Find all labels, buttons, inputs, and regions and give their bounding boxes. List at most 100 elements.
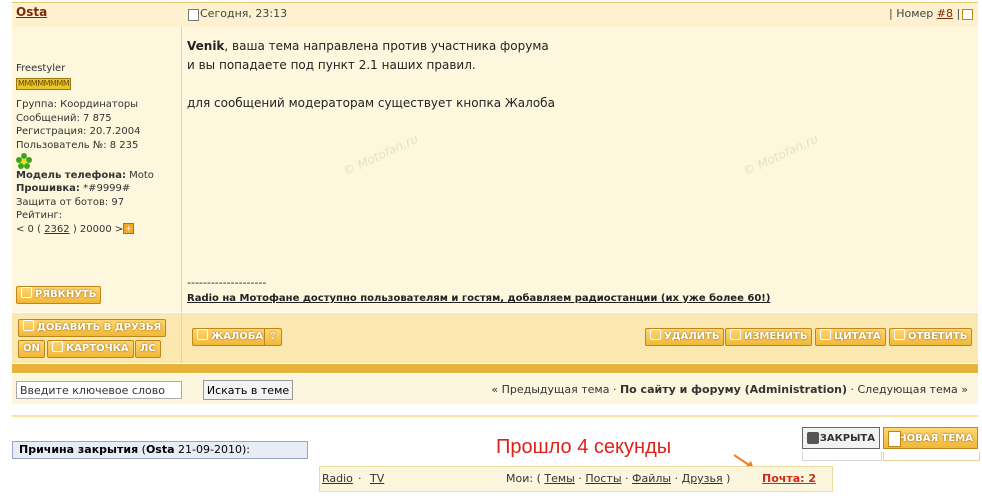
spacer <box>12 404 978 406</box>
scroll-top-button[interactable]: ⇧ <box>264 328 282 346</box>
user-rating: < 0 ( 2362 ) 20000 > + <box>16 223 154 237</box>
elapsed-time-notice: Прошло 4 секунды <box>496 436 672 458</box>
edit-icon <box>730 329 741 340</box>
firmware-label: Прошивка: <box>16 183 80 195</box>
exclamation-icon <box>197 329 208 340</box>
edit-button[interactable]: ИЗМЕНИТЬ <box>725 328 813 346</box>
complaint-button[interactable]: ЖАЛОБА <box>192 328 269 346</box>
firmware-value: *#9999# <box>83 183 131 195</box>
reply-button[interactable]: ОТВЕТИТЬ <box>889 328 973 346</box>
radio-link[interactable]: Radio <box>322 472 353 485</box>
post-number-sep: | <box>956 7 961 20</box>
my-links: Мои: ( Темы · Посты · Файлы · Друзья ) <box>506 472 730 485</box>
button-shadow <box>802 452 882 461</box>
rating-label: Рейтинг: <box>16 210 63 222</box>
arrow-up-icon: ⇧ <box>268 331 278 342</box>
quote-button[interactable]: ЦИТАТА <box>815 328 886 346</box>
signature-link[interactable]: Radio на Мотофане доступно пользователям… <box>187 293 770 304</box>
message-line-2: и вы попадаете под пункт 2.1 наших прави… <box>187 58 476 72</box>
reply-icon <box>894 329 905 340</box>
burp-label: РЯВКНУТЬ <box>35 289 97 300</box>
separator-bar <box>12 364 978 373</box>
my-friends-link[interactable]: Друзья <box>682 472 723 485</box>
paren: ( <box>536 472 541 485</box>
signature-divider: -------------------- <box>187 276 267 289</box>
phone-label: Модель телефона: <box>16 169 126 181</box>
topic-closed-label: ЗАКРЫТА <box>819 433 875 444</box>
add-friend-button[interactable]: ДОБАВИТЬ В ДРУЗЬЯ <box>18 319 167 337</box>
add-friend-label: ДОБАВИТЬ В ДРУЗЬЯ <box>37 322 162 333</box>
message-line-3: для сообщений модераторам существует кно… <box>187 96 555 110</box>
lock-icon <box>807 432 819 444</box>
delete-label: УДАЛИТЬ <box>664 331 720 342</box>
actions-divider <box>181 313 182 363</box>
profile-card-button[interactable]: КАРТОЧКА <box>47 340 134 358</box>
search-input[interactable]: Введите ключевое слово <box>16 381 182 399</box>
user-group: Группа: Координаторы <box>16 99 139 111</box>
online-label: ON <box>23 343 40 354</box>
user-icon <box>23 320 34 331</box>
nav-separator: · <box>612 383 617 396</box>
post-number: | Номер #8 | <box>889 7 960 20</box>
quote-icon <box>820 329 831 340</box>
post-number-label: | Номер <box>889 7 934 20</box>
new-topic-label: НОВАЯ ТЕМА <box>898 433 973 444</box>
private-message-label: ЛС <box>140 343 156 354</box>
user-messages: Сообщений: 7 875 <box>16 112 112 124</box>
post-author-link[interactable]: Osta <box>16 5 47 19</box>
user-firmware: Прошивка: *#9999# <box>16 182 154 196</box>
closure-author: Osta <box>145 443 175 456</box>
profile-card-label: КАРТОЧКА <box>66 343 129 354</box>
prev-topic-link[interactable]: « Предыдущая тема <box>491 383 609 396</box>
mail-link[interactable]: Почта: 2 <box>762 472 816 485</box>
complaint-label: ЖАЛОБА <box>211 331 264 342</box>
delete-icon <box>650 329 661 340</box>
topic-navigation: « Предыдущая тема · По сайту и форуму (A… <box>491 383 968 396</box>
current-forum-link[interactable]: По сайту и форуму (Administration) <box>620 383 847 396</box>
post-message: Venik, ваша тема направлена против участ… <box>187 37 555 113</box>
new-topic-button[interactable]: НОВАЯ ТЕМА <box>883 427 978 449</box>
online-button[interactable]: ON <box>18 340 45 358</box>
message-line-1: , ваша тема направлена против участника … <box>224 39 549 53</box>
burp-icon <box>21 287 32 298</box>
delete-button[interactable]: УДАЛИТЬ <box>645 328 725 346</box>
user-icon <box>52 341 63 352</box>
flower-icon <box>16 152 154 169</box>
private-message-button[interactable]: ЛС <box>135 340 161 358</box>
search-in-topic-button[interactable]: Искать в теме <box>203 380 293 400</box>
footer-bar: Radio · TV Мои: ( Темы · Посты · Файлы ·… <box>319 466 833 492</box>
my-topics-link[interactable]: Темы <box>544 472 574 485</box>
footer-separator: · <box>358 472 362 485</box>
nav-separator: · <box>850 383 854 396</box>
select-post-checkbox[interactable] <box>962 9 973 20</box>
next-topic-link[interactable]: Следующая тема » <box>857 383 968 396</box>
rating-right: ) 20000 > <box>72 223 124 235</box>
user-registered: Регистрация: 20.7.2004 <box>16 126 141 138</box>
user-number: Пользователь №: 8 235 <box>16 139 139 151</box>
my-files-link[interactable]: Файлы <box>632 472 671 485</box>
post-page-icon <box>188 9 199 21</box>
phone-value: Moto <box>129 169 154 181</box>
burp-button[interactable]: РЯВКНУТЬ <box>16 286 102 304</box>
footer-separator: · <box>625 472 629 485</box>
button-shadow <box>883 452 980 461</box>
reply-label: ОТВЕТИТЬ <box>908 331 968 342</box>
rating-left: < 0 ( <box>16 223 41 235</box>
closure-date: 21-09-2010): <box>174 443 250 456</box>
plus-icon[interactable]: + <box>123 223 135 235</box>
closure-label: Причина закрытия <box>19 443 139 456</box>
divider-line <box>12 415 978 417</box>
edit-label: ИЗМЕНИТЬ <box>744 331 808 342</box>
post-date: Сегодня, 23:13 <box>200 7 288 20</box>
tv-link[interactable]: TV <box>370 472 384 485</box>
rating-value-link[interactable]: 2362 <box>44 224 69 235</box>
paren: ) <box>726 472 731 485</box>
post-divider <box>181 27 182 312</box>
my-posts-link[interactable]: Посты <box>585 472 621 485</box>
mention-username: Venik <box>187 39 225 53</box>
footer-separator: · <box>674 472 679 485</box>
post-number-link[interactable]: #8 <box>937 7 953 20</box>
topic-closed-button[interactable]: ЗАКРЫТА <box>802 427 880 449</box>
quote-label: ЦИТАТА <box>834 331 881 342</box>
rank-badge: MMMMMMMM <box>16 77 72 90</box>
